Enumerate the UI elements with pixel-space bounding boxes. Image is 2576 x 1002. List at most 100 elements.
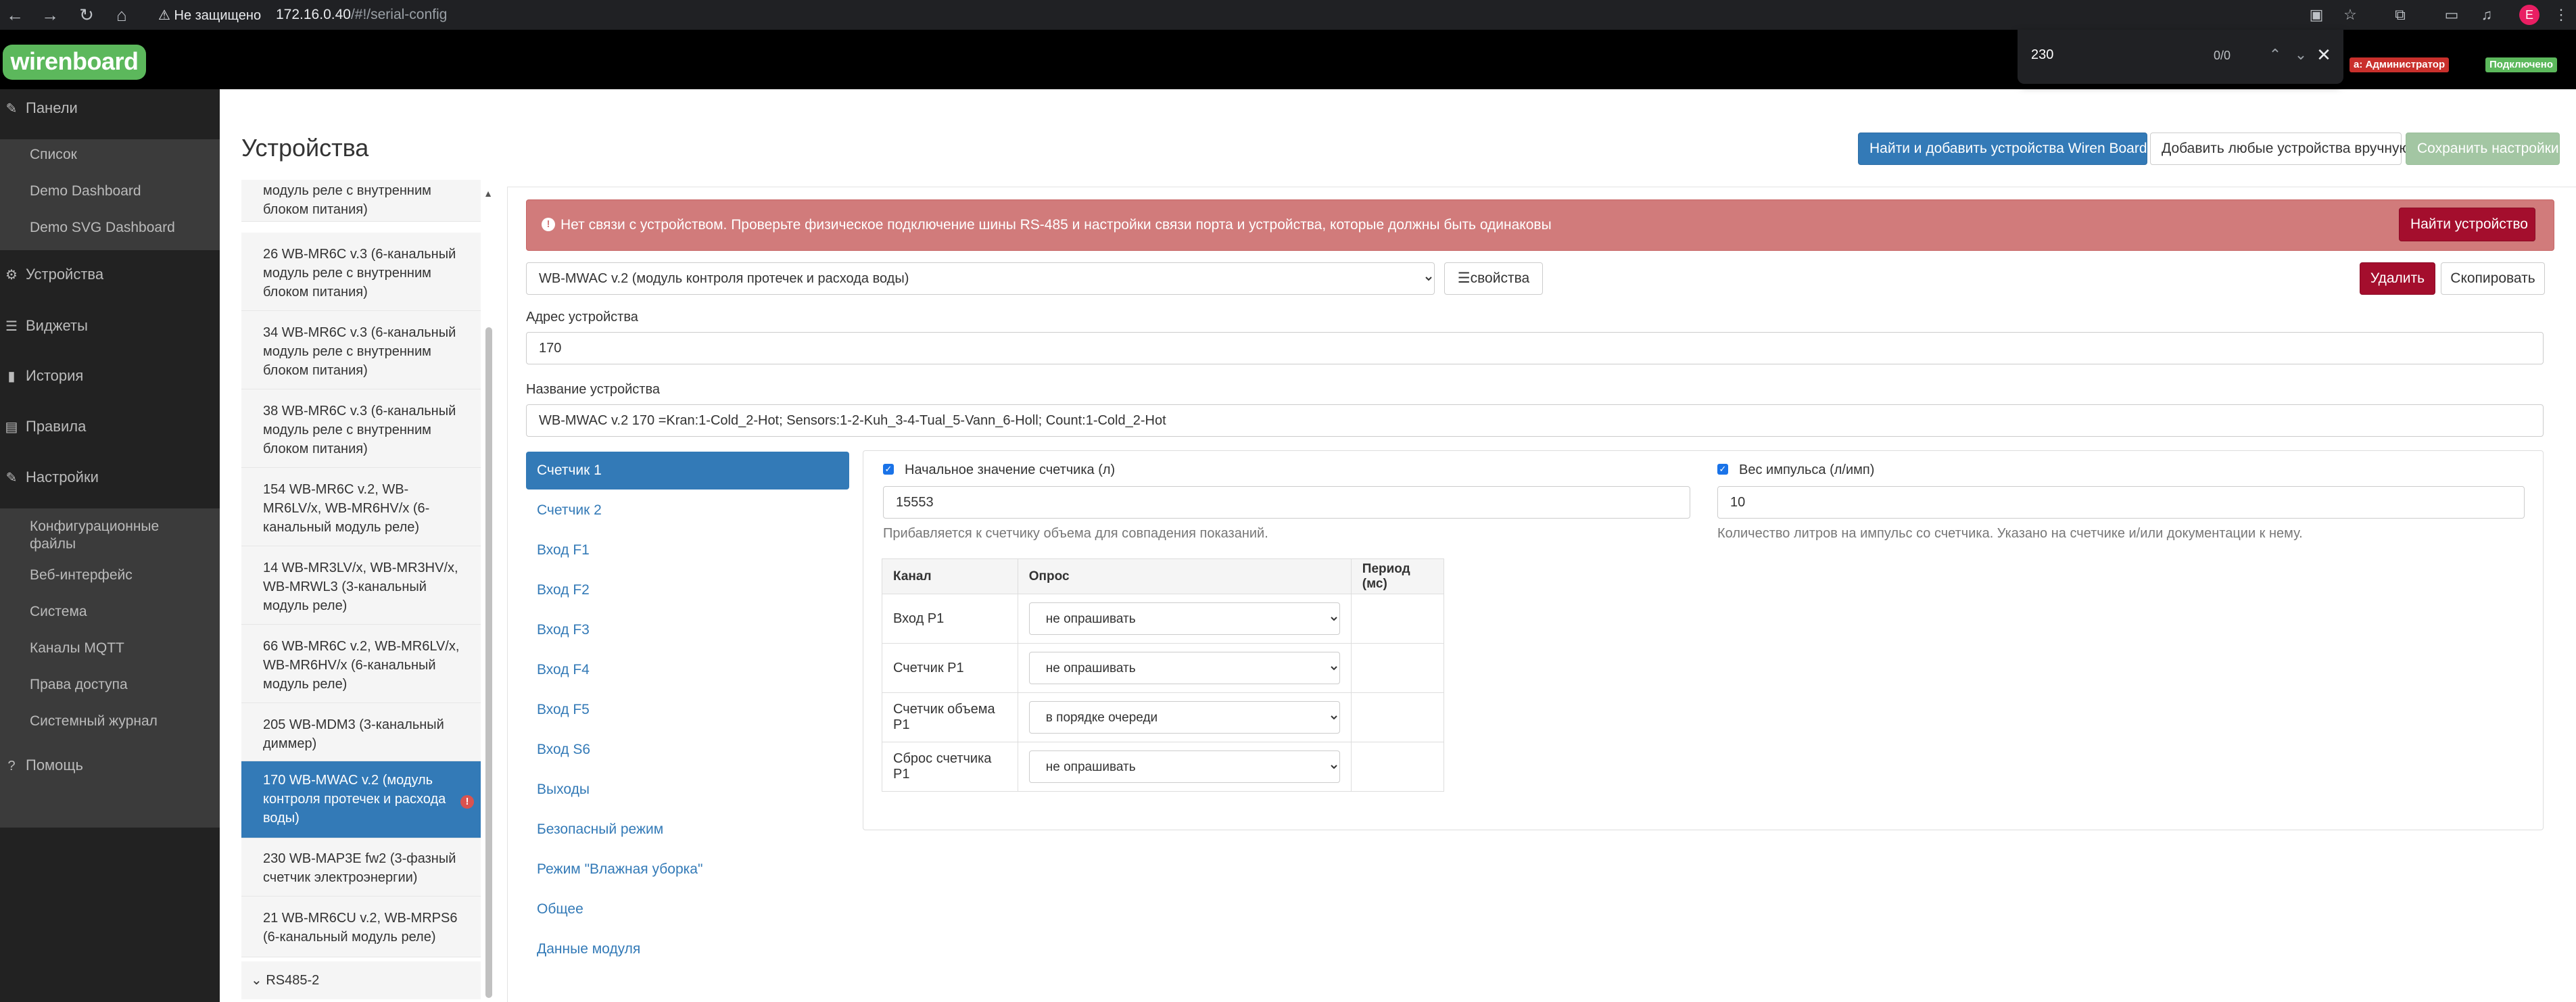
find-device-button[interactable]: Найти устройство (2399, 208, 2535, 241)
tab-module-data[interactable]: Данные модуля (526, 930, 849, 968)
delete-device-button[interactable]: Удалить (2360, 262, 2435, 295)
menu-kebab-icon[interactable]: ⋮ (2550, 4, 2572, 26)
exclamation-icon: ! (542, 218, 555, 231)
alert-text: Нет связи с устройством. Проверьте физич… (560, 217, 1552, 233)
pulse-weight-label: Вес импульса (л/имп) (1739, 462, 1875, 477)
back-icon[interactable]: ← (4, 4, 26, 26)
find-close-icon[interactable]: ✕ (2312, 43, 2335, 66)
period-cell (1350, 643, 1445, 693)
channel-name: Счетчик объема P1 (882, 692, 1018, 742)
sidebar-subitem-list[interactable]: Список (30, 146, 77, 164)
url-path: /#!/serial-config (350, 7, 448, 22)
sidebar-subitem-demo-dashboard[interactable]: Demo Dashboard (30, 183, 141, 200)
sidebar-subitem-mqtt-channels[interactable]: Каналы MQTT (30, 640, 124, 657)
scroll-up-icon[interactable]: ▲ (483, 188, 494, 199)
tab-input-f5[interactable]: Вход F5 (526, 691, 849, 729)
tab-input-s6[interactable]: Вход S6 (526, 731, 849, 769)
sidebar-item-settings[interactable]: ✎ Настройки (0, 458, 220, 496)
panels-submenu: Список Demo Dashboard Demo SVG Dashboard (0, 139, 220, 250)
wirenboard-logo[interactable]: wirenboard (3, 45, 146, 80)
sidebar-subitem-system-log[interactable]: Системный журнал (30, 713, 158, 730)
find-prev-icon[interactable]: ⌃ (2264, 43, 2287, 66)
poll-select[interactable]: не опрашивать (1028, 750, 1340, 783)
tab-wet-cleaning-mode[interactable]: Режим "Влажная уборка" (526, 851, 849, 888)
tab-safe-mode[interactable]: Безопасный режим (526, 811, 849, 849)
device-list-item[interactable]: 154 WB-MR6C v.2, WB-MR6LV/x, WB-MR6HV/x … (241, 468, 481, 546)
tab-input-f3[interactable]: Вход F3 (526, 611, 849, 649)
sidebar-item-help[interactable]: ? Помощь (0, 746, 220, 784)
device-list-item[interactable]: 38 WB-MR6C v.3 (6-канальный модуль реле … (241, 389, 481, 468)
device-list-item[interactable]: 205 WB-MDM3 (3-канальный диммер) (241, 703, 481, 761)
sidebar-item-history[interactable]: ▮ История (0, 357, 220, 395)
sidebar-item-widgets[interactable]: ☰ Виджеты (0, 307, 220, 345)
cast-icon[interactable]: ▭ (2441, 4, 2462, 26)
url-text: 172.16.0.40/#!/serial-config (276, 7, 447, 23)
device-list-item[interactable]: модуль реле с внутренним блоком питания) (241, 180, 481, 222)
bell-icon[interactable]: ♫ (2476, 4, 2498, 26)
sidebar-subitem-demo-svg-dashboard[interactable]: Demo SVG Dashboard (30, 219, 175, 237)
add-devices-manually-button[interactable]: Добавить любые устройства вручную (2150, 133, 2410, 165)
user-badge[interactable]: а: Администратор (2350, 57, 2450, 72)
properties-button[interactable]: ☰свойства (1444, 262, 1543, 295)
device-list-item[interactable]: 66 WB-MR6C v.2, WB-MR6LV/x, WB-MR6HV/x (… (241, 625, 481, 703)
chevron-down-icon: ⌄ (251, 973, 262, 988)
save-settings-button[interactable]: Сохранить настройки (2406, 133, 2560, 165)
url-host: 172.16.0.40 (276, 7, 351, 22)
tab-input-f2[interactable]: Вход F2 (526, 571, 849, 609)
copy-device-button[interactable]: Скопировать (2441, 262, 2545, 295)
sidebar: ✎ Панели Список Demo Dashboard Demo SVG D… (0, 89, 220, 1002)
period-cell (1350, 692, 1445, 742)
tab-counter-2[interactable]: Счетчик 2 (526, 492, 849, 529)
sidebar-subitem-system[interactable]: Система (30, 603, 87, 621)
sidebar-subitem-config-files[interactable]: Конфигурационные файлы (30, 518, 206, 553)
bar-chart-icon: ▮ (7, 369, 16, 384)
security-indicator[interactable]: ⚠ Не защищено (158, 7, 261, 24)
device-list-item[interactable]: 21 WB-MR6CU v.2, WB-MRPS6 (6-канальный м… (241, 897, 481, 957)
device-list-scrollbar[interactable]: ▲ (483, 180, 494, 1002)
device-list-item-active[interactable]: 170 WB-MWAC v.2 (модуль контроля протече… (241, 761, 481, 838)
pulse-weight-input[interactable] (1717, 486, 2525, 519)
tab-outputs[interactable]: Выходы (526, 771, 849, 809)
device-name-input[interactable] (526, 404, 2544, 437)
device-type-select[interactable]: WB-MWAC v.2 (модуль контроля протечек и … (526, 262, 1435, 295)
forward-icon[interactable]: → (39, 4, 61, 26)
pulse-weight-checkbox[interactable]: ✓ (1717, 464, 1728, 475)
sidebar-item-rules[interactable]: ▤ Правила (0, 408, 220, 446)
device-list-item[interactable]: 26 WB-MR6C v.3 (6-канальный модуль реле … (241, 233, 481, 311)
find-input[interactable] (2031, 47, 2166, 63)
device-list-item[interactable]: 34 WB-MR6C v.3 (6-канальный модуль реле … (241, 311, 481, 389)
tab-input-f1[interactable]: Вход F1 (526, 531, 849, 569)
tab-input-f4[interactable]: Вход F4 (526, 651, 849, 689)
device-error-icon: ! (460, 795, 474, 809)
scroll-thumb[interactable] (485, 327, 492, 998)
device-list: модуль реле с внутренним блоком питания)… (241, 180, 492, 1002)
device-list-item[interactable]: 230 WB-MAP3E fw2 (3-фазный счетчик элект… (241, 838, 481, 897)
home-icon[interactable]: ⌂ (111, 4, 133, 26)
poll-select[interactable]: в порядке очереди (1028, 701, 1340, 734)
page-icon[interactable]: ▣ (2306, 4, 2327, 26)
tab-general[interactable]: Общее (526, 890, 849, 928)
profile-avatar[interactable]: E (2519, 5, 2539, 25)
sidebar-subitem-access-rights[interactable]: Права доступа (30, 676, 128, 694)
address-bar[interactable]: ⚠ Не защищено 172.16.0.40/#!/serial-conf… (150, 1, 2361, 28)
poll-select[interactable]: не опрашивать (1028, 652, 1340, 684)
sidebar-item-panels[interactable]: ✎ Панели (0, 89, 220, 127)
address-input[interactable] (526, 332, 2544, 364)
bookmark-star-icon[interactable]: ☆ (2339, 4, 2361, 26)
device-list-item[interactable]: 14 WB-MR3LV/x, WB-MR3HV/x, WB-MRWL3 (3-к… (241, 546, 481, 625)
sidebar-item-label: Виджеты (26, 317, 88, 334)
find-next-icon[interactable]: ⌄ (2289, 43, 2312, 66)
initial-value-checkbox[interactable]: ✓ (883, 464, 894, 475)
sidebar-item-devices[interactable]: ⚙ Устройства (0, 256, 220, 293)
sidebar-item-label: Помощь (26, 757, 83, 773)
device-group-rs485-2[interactable]: ⌄ RS485-2 (241, 961, 481, 999)
browser-toolbar: ← → ↻ ⌂ ⚠ Не защищено 172.16.0.40/#!/ser… (0, 0, 2576, 30)
tab-counter-1[interactable]: Счетчик 1 (526, 452, 849, 490)
find-add-wb-devices-button[interactable]: Найти и добавить устройства Wiren Board (1858, 133, 2147, 165)
sidebar-item-label: Устройства (26, 266, 104, 283)
reload-icon[interactable]: ↻ (76, 4, 97, 26)
sidebar-subitem-web-ui[interactable]: Веб-интерфейс (30, 567, 133, 584)
initial-value-input[interactable] (883, 486, 1690, 519)
extensions-icon[interactable]: ⧉ (2389, 4, 2411, 26)
poll-select[interactable]: не опрашивать (1028, 602, 1340, 635)
